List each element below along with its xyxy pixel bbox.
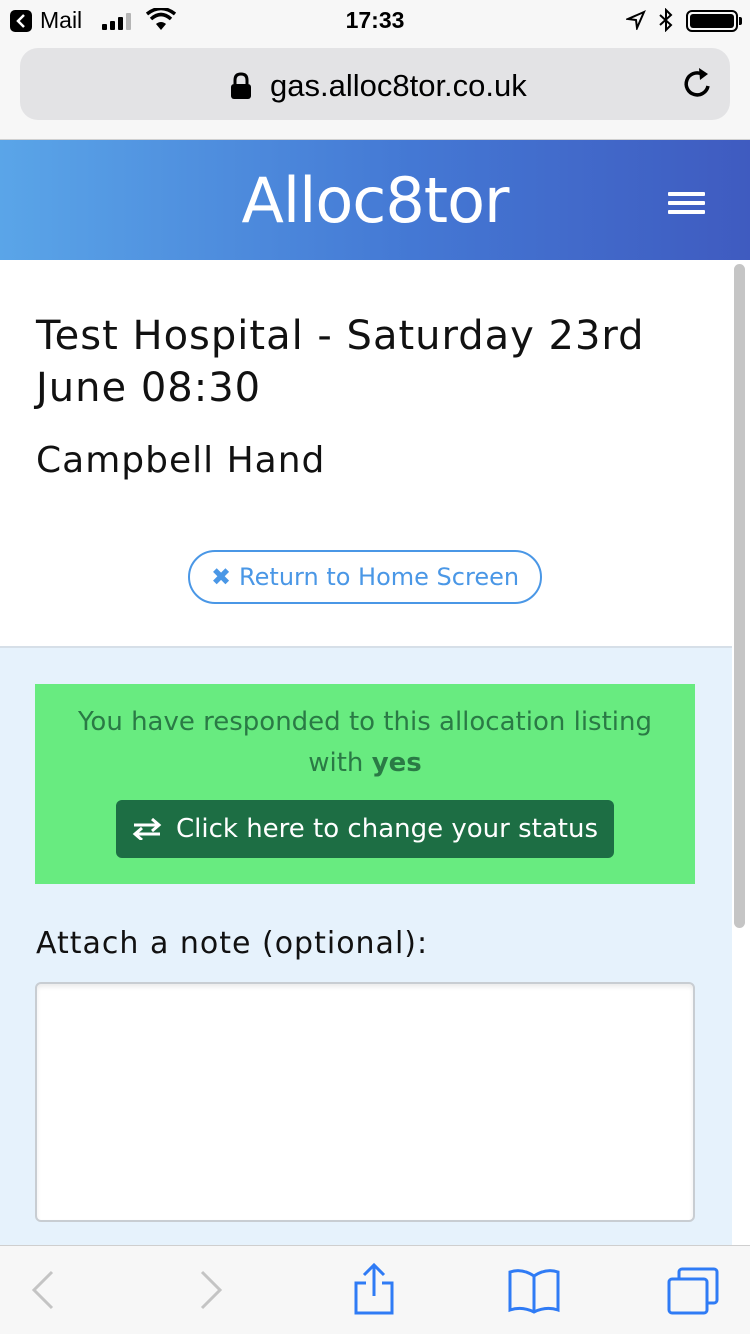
location-arrow-icon bbox=[626, 10, 646, 30]
address-bar[interactable]: gas.alloc8tor.co.uk bbox=[20, 48, 730, 120]
back-chevron-icon[interactable] bbox=[30, 1268, 56, 1312]
page-title: Test Hospital - Saturday 23rd June 08:30 bbox=[36, 313, 645, 411]
url-text[interactable]: gas.alloc8tor.co.uk bbox=[270, 68, 527, 104]
lock-icon bbox=[231, 72, 251, 99]
return-home-label: Return to Home Screen bbox=[239, 563, 520, 591]
change-status-button[interactable]: Click here to change your status bbox=[116, 800, 614, 858]
browser-toolbar bbox=[0, 1245, 750, 1334]
bookmarks-icon[interactable] bbox=[506, 1268, 562, 1314]
swap-arrows-icon bbox=[132, 818, 162, 840]
share-icon[interactable] bbox=[352, 1262, 396, 1316]
person-name: Campbell Hand bbox=[36, 440, 326, 481]
note-label: Attach a note (optional): bbox=[36, 926, 429, 961]
main-content: Test Hospital - Saturday 23rd June 08:30… bbox=[0, 260, 732, 1245]
response-panel: You have responded to this allocation li… bbox=[0, 646, 732, 1245]
browser-address-area: gas.alloc8tor.co.uk bbox=[0, 40, 750, 140]
response-value: yes bbox=[371, 748, 422, 778]
tabs-icon[interactable] bbox=[666, 1266, 720, 1316]
hamburger-menu-icon[interactable] bbox=[668, 192, 705, 214]
battery-icon bbox=[686, 10, 742, 32]
app-header: Alloc8tor bbox=[0, 140, 750, 260]
response-prefix: You have responded to this allocation li… bbox=[77, 707, 652, 778]
note-textarea[interactable] bbox=[35, 982, 695, 1222]
response-message: You have responded to this allocation li… bbox=[65, 702, 665, 784]
change-status-label: Click here to change your status bbox=[175, 814, 598, 844]
forward-chevron-icon[interactable] bbox=[198, 1268, 224, 1312]
status-bar: Mail 17:33 bbox=[0, 0, 750, 40]
alloc8tor-logo[interactable]: Alloc8tor bbox=[0, 164, 750, 237]
response-alert: You have responded to this allocation li… bbox=[35, 684, 695, 884]
return-home-button[interactable]: ✖ Return to Home Screen bbox=[188, 550, 542, 604]
close-icon: ✖ bbox=[210, 563, 232, 591]
reload-icon[interactable] bbox=[682, 66, 714, 100]
bluetooth-icon bbox=[659, 8, 673, 32]
scrollbar[interactable] bbox=[734, 264, 745, 928]
